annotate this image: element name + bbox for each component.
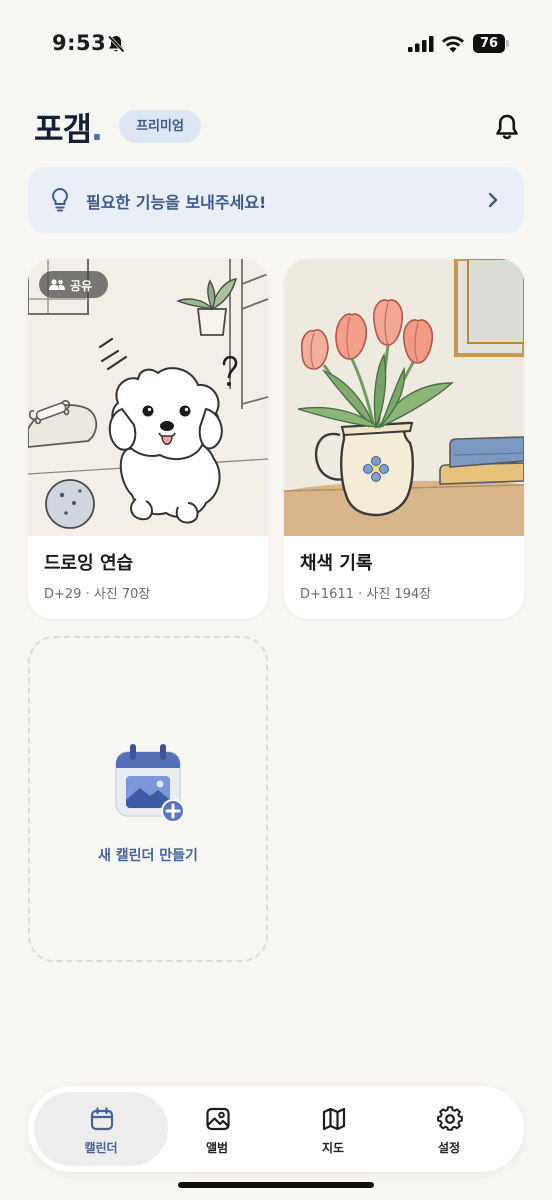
bottom-navigation: 캘린더 앨범 지도 설정	[28, 1086, 524, 1172]
calendar-meta: D+29 · 사진 70장	[44, 587, 151, 602]
status-bar: 9:53 76	[0, 0, 552, 90]
new-calendar-label: 새 캘린더 만들기	[98, 848, 198, 864]
battery-level: 76	[473, 34, 505, 53]
nav-item-settings[interactable]: 설정	[382, 1092, 516, 1166]
shared-badge: 공유	[39, 271, 108, 298]
shared-badge-label: 공유	[70, 279, 93, 293]
chevron-right-icon	[488, 192, 498, 208]
album-icon	[206, 1107, 230, 1131]
new-calendar-button[interactable]: 새 캘린더 만들기	[28, 636, 268, 962]
logo-dot: .	[90, 110, 103, 148]
bell-icon	[496, 114, 518, 140]
lightbulb-icon	[52, 188, 68, 212]
battery-indicator: 76	[473, 34, 509, 53]
logo-text: 포갬	[34, 110, 92, 148]
nav-item-album[interactable]: 앨범	[150, 1092, 284, 1166]
calendar-title: 드로잉 연습	[44, 553, 134, 574]
nav-item-map[interactable]: 지도	[266, 1092, 400, 1166]
gear-icon	[437, 1106, 463, 1131]
puppy-drawing-thumbnail	[28, 259, 268, 536]
calendar-meta: D+1611 · 사진 194장	[300, 587, 432, 602]
calendar-icon	[90, 1107, 114, 1131]
feedback-banner[interactable]: 필요한 기능을 보내주세요!	[28, 167, 524, 233]
battery-tip	[506, 40, 509, 47]
tulip-vase-thumbnail	[284, 259, 524, 536]
calendar-card-drawing[interactable]: 공유 드로잉 연습 D+29 · 사진 70장	[28, 259, 268, 619]
banner-text: 필요한 기능을 보내주세요!	[86, 193, 267, 212]
wifi-icon	[442, 36, 464, 53]
cellular-signal-icon	[408, 36, 434, 52]
nav-label-settings: 설정	[437, 1141, 461, 1155]
map-icon	[322, 1107, 346, 1131]
home-indicator	[178, 1182, 374, 1188]
status-time: 9:53	[52, 31, 107, 55]
people-icon	[49, 279, 65, 290]
nav-label-calendar: 캘린더	[84, 1141, 118, 1155]
premium-badge[interactable]: 프리미엄	[119, 110, 201, 143]
nav-label-album: 앨범	[205, 1141, 229, 1155]
notification-button[interactable]	[492, 112, 522, 142]
app-logo: 포갬.	[34, 104, 103, 150]
bell-slash-icon	[107, 35, 125, 53]
nav-item-calendar[interactable]: 캘린더	[34, 1092, 168, 1166]
calendar-title: 채색 기록	[300, 553, 373, 574]
nav-label-map: 지도	[321, 1141, 345, 1155]
calendar-card-coloring[interactable]: 채색 기록 D+1611 · 사진 194장	[284, 259, 524, 619]
calendar-add-icon	[115, 744, 185, 823]
